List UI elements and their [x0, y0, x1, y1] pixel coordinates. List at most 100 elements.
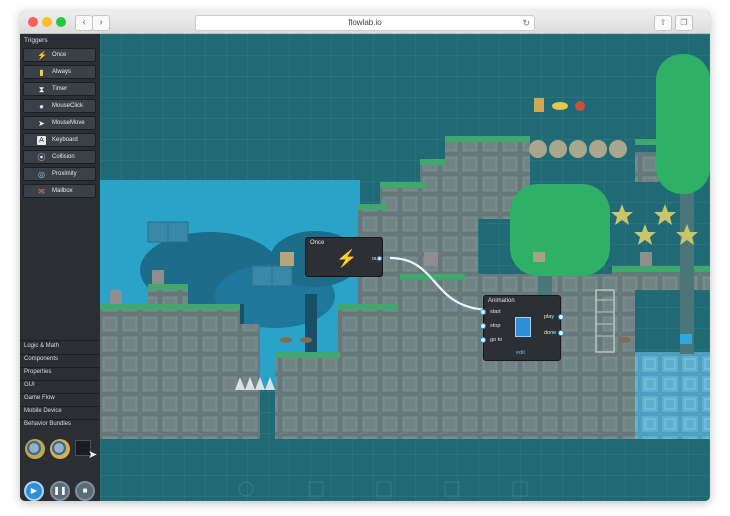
grass-strip — [445, 136, 530, 142]
game-canvas[interactable]: Once ⚡ out Animation start stop go to pl… — [100, 34, 710, 501]
grass-strip — [338, 304, 398, 310]
done-port-label: done — [544, 330, 557, 336]
animation-node-title: Animation — [488, 298, 515, 304]
floating-block — [271, 265, 293, 287]
grass-strip — [275, 352, 340, 358]
trigger-timer[interactable]: ⧗ Timer — [23, 82, 96, 96]
pointer-cursor-icon: ➤ — [88, 449, 98, 461]
player-character — [110, 290, 122, 304]
tree-foliage — [510, 184, 610, 276]
browser-window: ‹ › flowlab.io ↻ ⇧ ❐ Triggers ⚡ Once ▮ Alw… — [20, 11, 710, 501]
trigger-label: MouseMove — [52, 120, 85, 126]
divider — [20, 340, 100, 341]
back-button[interactable]: ‹ — [75, 15, 93, 31]
hourglass-icon: ⧗ — [38, 85, 45, 94]
enemy-character — [424, 252, 438, 266]
goto-port[interactable] — [480, 337, 486, 343]
small-house — [533, 252, 545, 262]
lightning-icon: ⚡ — [37, 51, 47, 60]
trigger-mailbox[interactable]: ✉ Mailbox — [23, 184, 96, 198]
play-icon — [238, 481, 254, 497]
play-button[interactable]: ▶ — [24, 481, 44, 501]
minimize-window-button[interactable] — [42, 17, 52, 27]
log-barrel — [529, 140, 547, 158]
stop-button[interactable]: ■ — [75, 481, 95, 501]
folder-icon — [444, 481, 460, 497]
out-port[interactable] — [377, 256, 382, 261]
back-icon: ‹ — [82, 17, 86, 28]
stop-icon: ■ — [82, 486, 88, 495]
mouse-critter — [619, 337, 631, 343]
trigger-keyboard[interactable]: A Keyboard — [23, 133, 96, 147]
share-icon: ⇧ — [659, 18, 667, 27]
address-bar[interactable]: flowlab.io ↻ — [195, 15, 535, 31]
zoom-out-button[interactable] — [50, 439, 70, 459]
log-barrel — [609, 140, 627, 158]
forward-button[interactable]: › — [92, 15, 110, 31]
trigger-label: MouseClick — [52, 103, 84, 109]
banana-item — [552, 102, 568, 110]
enemy-character — [152, 270, 164, 284]
animation-node[interactable]: Animation start stop go to play done edi… — [480, 295, 564, 361]
log-barrel — [549, 140, 567, 158]
trigger-label: Proximity — [52, 171, 77, 177]
trigger-mousemove[interactable]: ➤ MouseMove — [23, 116, 96, 130]
start-port[interactable] — [480, 309, 486, 315]
close-window-button[interactable] — [28, 17, 38, 27]
play-port[interactable] — [558, 314, 564, 320]
play-port-label: play — [544, 314, 555, 320]
edit-link[interactable]: edit — [516, 350, 525, 356]
trigger-collision[interactable]: ⦿ Collision — [23, 150, 96, 164]
category-behavior-bundles[interactable]: Behavior Bundles — [24, 421, 71, 427]
stop-port-label: stop — [490, 323, 501, 329]
category-properties[interactable]: Properties — [24, 369, 51, 375]
category-gui[interactable]: GUI — [24, 382, 35, 388]
battery-icon: ▮ — [39, 68, 44, 77]
trigger-label: Always — [52, 69, 72, 75]
apple-item — [575, 101, 585, 111]
stop-port[interactable] — [480, 323, 486, 329]
done-port[interactable] — [558, 330, 564, 336]
sliders-icon — [512, 481, 528, 497]
mailbox-icon: ✉ — [38, 187, 45, 196]
mouse-critter — [280, 337, 292, 343]
category-logic-math[interactable]: Logic & Math — [24, 343, 59, 349]
share-button[interactable]: ⇧ — [654, 15, 672, 31]
ice-ground — [635, 352, 710, 439]
trigger-proximity[interactable]: ◎ Proximity — [23, 167, 96, 181]
cube-icon — [308, 481, 324, 497]
zoom-window-button[interactable] — [56, 17, 66, 27]
trigger-once[interactable]: ⚡ Once — [23, 48, 96, 62]
trigger-label: Collision — [52, 154, 75, 160]
category-mobile-device[interactable]: Mobile Device — [24, 408, 62, 414]
tree-trunk — [680, 184, 694, 354]
collision-icon: ⦿ — [37, 153, 46, 162]
cursor-icon: ➤ — [38, 119, 45, 128]
triggers-title: Triggers — [24, 37, 48, 44]
trigger-mouseclick[interactable]: ● MouseClick — [23, 99, 96, 113]
grass-strip — [612, 266, 710, 272]
reload-icon[interactable]: ↻ — [522, 16, 530, 30]
proximity-icon: ◎ — [38, 170, 45, 179]
star-pickup — [634, 224, 656, 245]
tabs-button[interactable]: ❐ — [675, 15, 693, 31]
floating-block — [251, 265, 273, 287]
divider — [20, 419, 100, 420]
category-components[interactable]: Components — [24, 356, 58, 362]
stone-ground — [100, 304, 240, 439]
once-node[interactable]: Once ⚡ out — [305, 237, 383, 277]
pause-button[interactable]: ❚❚ — [50, 481, 70, 501]
zoom-in-button[interactable] — [25, 439, 45, 459]
trigger-label: Mailbox — [52, 188, 73, 194]
divider — [20, 406, 100, 407]
divider — [20, 380, 100, 381]
divider — [20, 354, 100, 355]
category-game-flow[interactable]: Game Flow — [24, 395, 55, 401]
log-barrel — [589, 140, 607, 158]
trigger-always[interactable]: ▮ Always — [23, 65, 96, 79]
blue-gem — [680, 334, 692, 344]
pause-icon: ❚❚ — [53, 486, 67, 495]
grass-strip — [148, 284, 188, 290]
divider — [20, 367, 100, 368]
image-icon — [376, 481, 392, 497]
